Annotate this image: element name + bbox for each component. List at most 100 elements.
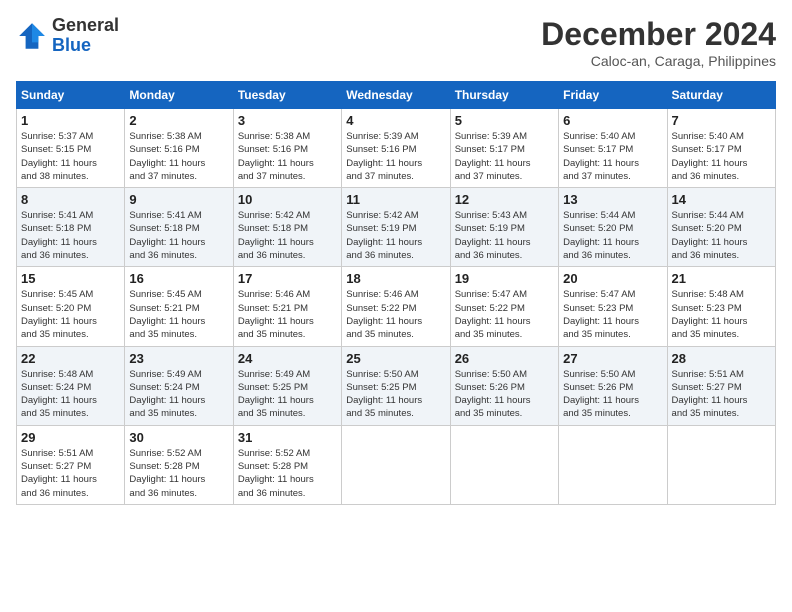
calendar-cell: 26 Sunrise: 5:50 AM Sunset: 5:26 PM Dayli… [450, 346, 558, 425]
calendar-cell: 1 Sunrise: 5:37 AM Sunset: 5:15 PM Daylig… [17, 109, 125, 188]
day-info: Sunrise: 5:41 AM Sunset: 5:18 PM Dayligh… [21, 209, 120, 262]
day-info: Sunrise: 5:51 AM Sunset: 5:27 PM Dayligh… [21, 447, 120, 500]
day-info: Sunrise: 5:48 AM Sunset: 5:23 PM Dayligh… [672, 288, 771, 341]
calendar-cell: 14Sunrise: 5:44 AM Sunset: 5:20 PM Dayli… [667, 188, 775, 267]
calendar-cell: 19Sunrise: 5:47 AM Sunset: 5:22 PM Dayli… [450, 267, 558, 346]
calendar-cell: 5 Sunrise: 5:39 AM Sunset: 5:17 PM Daylig… [450, 109, 558, 188]
day-number: 23 [129, 351, 228, 366]
calendar-cell: 10 Sunrise: 5:42 AM Sunset: 5:18 PM Dayli… [233, 188, 341, 267]
day-info: Sunrise: 5:38 AM Sunset: 5:16 PM Dayligh… [238, 130, 337, 183]
day-number: 2 [129, 113, 228, 128]
day-number: 27 [563, 351, 662, 366]
day-info: Sunrise: 5:40 AM Sunset: 5:17 PM Dayligh… [563, 130, 662, 183]
calendar-table: SundayMondayTuesdayWednesdayThursdayFrid… [16, 81, 776, 505]
day-number: 31 [238, 430, 337, 445]
calendar-cell: 7Sunrise: 5:40 AM Sunset: 5:17 PM Daylig… [667, 109, 775, 188]
day-info: Sunrise: 5:42 AM Sunset: 5:18 PM Dayligh… [238, 209, 337, 262]
calendar-cell: 16 Sunrise: 5:45 AM Sunset: 5:21 PM Dayli… [125, 267, 233, 346]
column-header-wednesday: Wednesday [342, 82, 450, 109]
day-number: 9 [129, 192, 228, 207]
calendar-cell: 22 Sunrise: 5:48 AM Sunset: 5:24 PM Dayli… [17, 346, 125, 425]
day-number: 3 [238, 113, 337, 128]
day-number: 12 [455, 192, 554, 207]
day-info: Sunrise: 5:50 AM Sunset: 5:25 PM Dayligh… [346, 368, 445, 421]
day-number: 16 [129, 271, 228, 286]
calendar-cell: 2 Sunrise: 5:38 AM Sunset: 5:16 PM Daylig… [125, 109, 233, 188]
day-number: 6 [563, 113, 662, 128]
title-area: December 2024 Caloc-an, Caraga, Philippi… [541, 16, 776, 69]
day-info: Sunrise: 5:51 AM Sunset: 5:27 PM Dayligh… [672, 368, 771, 421]
day-number: 21 [672, 271, 771, 286]
day-info: Sunrise: 5:49 AM Sunset: 5:24 PM Dayligh… [129, 368, 228, 421]
calendar-cell [559, 425, 667, 504]
day-info: Sunrise: 5:46 AM Sunset: 5:21 PM Dayligh… [238, 288, 337, 341]
calendar-cell: 8Sunrise: 5:41 AM Sunset: 5:18 PM Daylig… [17, 188, 125, 267]
day-info: Sunrise: 5:50 AM Sunset: 5:26 PM Dayligh… [455, 368, 554, 421]
day-info: Sunrise: 5:38 AM Sunset: 5:16 PM Dayligh… [129, 130, 228, 183]
page-header: General Blue December 2024 Caloc-an, Car… [16, 16, 776, 69]
day-number: 5 [455, 113, 554, 128]
day-info: Sunrise: 5:47 AM Sunset: 5:22 PM Dayligh… [455, 288, 554, 341]
calendar-cell: 4Sunrise: 5:39 AM Sunset: 5:16 PM Daylig… [342, 109, 450, 188]
calendar-cell: 18Sunrise: 5:46 AM Sunset: 5:22 PM Dayli… [342, 267, 450, 346]
day-info: Sunrise: 5:37 AM Sunset: 5:15 PM Dayligh… [21, 130, 120, 183]
column-header-sunday: Sunday [17, 82, 125, 109]
calendar-cell: 23 Sunrise: 5:49 AM Sunset: 5:24 PM Dayli… [125, 346, 233, 425]
calendar-cell: 29 Sunrise: 5:51 AM Sunset: 5:27 PM Dayli… [17, 425, 125, 504]
day-info: Sunrise: 5:52 AM Sunset: 5:28 PM Dayligh… [129, 447, 228, 500]
day-info: Sunrise: 5:39 AM Sunset: 5:16 PM Dayligh… [346, 130, 445, 183]
day-info: Sunrise: 5:50 AM Sunset: 5:26 PM Dayligh… [563, 368, 662, 421]
day-number: 15 [21, 271, 120, 286]
calendar-cell: 9Sunrise: 5:41 AM Sunset: 5:18 PM Daylig… [125, 188, 233, 267]
day-number: 29 [21, 430, 120, 445]
calendar-cell: 31 Sunrise: 5:52 AM Sunset: 5:28 PM Dayli… [233, 425, 341, 504]
day-info: Sunrise: 5:46 AM Sunset: 5:22 PM Dayligh… [346, 288, 445, 341]
day-info: Sunrise: 5:49 AM Sunset: 5:25 PM Dayligh… [238, 368, 337, 421]
calendar-week-4: 22 Sunrise: 5:48 AM Sunset: 5:24 PM Dayli… [17, 346, 776, 425]
calendar-cell: 30 Sunrise: 5:52 AM Sunset: 5:28 PM Dayli… [125, 425, 233, 504]
day-info: Sunrise: 5:44 AM Sunset: 5:20 PM Dayligh… [672, 209, 771, 262]
calendar-cell: 11Sunrise: 5:42 AM Sunset: 5:19 PM Dayli… [342, 188, 450, 267]
day-number: 26 [455, 351, 554, 366]
calendar-cell: 24 Sunrise: 5:49 AM Sunset: 5:25 PM Dayli… [233, 346, 341, 425]
calendar-cell: 17 Sunrise: 5:46 AM Sunset: 5:21 PM Dayli… [233, 267, 341, 346]
day-number: 22 [21, 351, 120, 366]
day-number: 1 [21, 113, 120, 128]
day-info: Sunrise: 5:45 AM Sunset: 5:21 PM Dayligh… [129, 288, 228, 341]
logo: General Blue [16, 16, 119, 56]
day-info: Sunrise: 5:43 AM Sunset: 5:19 PM Dayligh… [455, 209, 554, 262]
logo-text: General Blue [52, 16, 119, 56]
calendar-cell: 28 Sunrise: 5:51 AM Sunset: 5:27 PM Dayli… [667, 346, 775, 425]
day-info: Sunrise: 5:40 AM Sunset: 5:17 PM Dayligh… [672, 130, 771, 183]
calendar-week-2: 8Sunrise: 5:41 AM Sunset: 5:18 PM Daylig… [17, 188, 776, 267]
day-number: 25 [346, 351, 445, 366]
day-number: 24 [238, 351, 337, 366]
calendar-cell: 21 Sunrise: 5:48 AM Sunset: 5:23 PM Dayli… [667, 267, 775, 346]
day-info: Sunrise: 5:52 AM Sunset: 5:28 PM Dayligh… [238, 447, 337, 500]
logo-icon [16, 20, 48, 52]
calendar-cell: 25 Sunrise: 5:50 AM Sunset: 5:25 PM Dayli… [342, 346, 450, 425]
day-info: Sunrise: 5:45 AM Sunset: 5:20 PM Dayligh… [21, 288, 120, 341]
calendar-header-row: SundayMondayTuesdayWednesdayThursdayFrid… [17, 82, 776, 109]
month-title: December 2024 [541, 16, 776, 53]
day-number: 30 [129, 430, 228, 445]
day-number: 28 [672, 351, 771, 366]
location-title: Caloc-an, Caraga, Philippines [541, 53, 776, 69]
column-header-thursday: Thursday [450, 82, 558, 109]
calendar-week-5: 29 Sunrise: 5:51 AM Sunset: 5:27 PM Dayli… [17, 425, 776, 504]
day-info: Sunrise: 5:47 AM Sunset: 5:23 PM Dayligh… [563, 288, 662, 341]
day-number: 13 [563, 192, 662, 207]
column-header-tuesday: Tuesday [233, 82, 341, 109]
calendar-week-1: 1 Sunrise: 5:37 AM Sunset: 5:15 PM Daylig… [17, 109, 776, 188]
column-header-monday: Monday [125, 82, 233, 109]
day-info: Sunrise: 5:48 AM Sunset: 5:24 PM Dayligh… [21, 368, 120, 421]
calendar-cell: 12 Sunrise: 5:43 AM Sunset: 5:19 PM Dayli… [450, 188, 558, 267]
day-number: 10 [238, 192, 337, 207]
column-header-friday: Friday [559, 82, 667, 109]
day-info: Sunrise: 5:39 AM Sunset: 5:17 PM Dayligh… [455, 130, 554, 183]
day-number: 17 [238, 271, 337, 286]
day-number: 11 [346, 192, 445, 207]
calendar-cell: 13Sunrise: 5:44 AM Sunset: 5:20 PM Dayli… [559, 188, 667, 267]
column-header-saturday: Saturday [667, 82, 775, 109]
calendar-cell: 27 Sunrise: 5:50 AM Sunset: 5:26 PM Dayli… [559, 346, 667, 425]
